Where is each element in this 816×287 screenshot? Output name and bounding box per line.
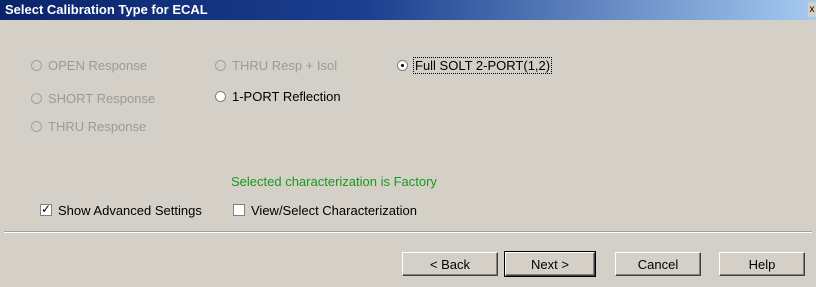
next-button[interactable]: Next > bbox=[504, 251, 596, 277]
close-button[interactable]: x bbox=[808, 2, 816, 17]
radio-circle-icon bbox=[31, 92, 42, 104]
cancel-button[interactable]: Cancel bbox=[615, 252, 701, 276]
characterization-status: Selected characterization is Factory bbox=[231, 174, 437, 189]
view-select-characterization-checkbox[interactable]: View/Select Characterization bbox=[233, 202, 417, 218]
radio-thru-resp-isol: THRU Resp + Isol bbox=[215, 57, 337, 73]
radio-label: SHORT Response bbox=[48, 90, 156, 106]
checkbox-icon bbox=[233, 204, 245, 216]
show-advanced-settings-checkbox[interactable]: Show Advanced Settings bbox=[40, 202, 202, 218]
title-bar: Select Calibration Type for ECAL x bbox=[0, 0, 816, 20]
calibration-dialog: Select Calibration Type for ECAL x OPEN … bbox=[0, 0, 816, 287]
help-button[interactable]: Help bbox=[719, 252, 805, 276]
radio-label: THRU Resp + Isol bbox=[232, 57, 338, 73]
radio-label: 1-PORT Reflection bbox=[232, 88, 341, 104]
radio-label: THRU Response bbox=[48, 118, 147, 134]
radio-short-response: SHORT Response bbox=[31, 90, 155, 106]
radio-circle-icon bbox=[215, 59, 226, 71]
radio-circle-icon bbox=[31, 59, 42, 71]
divider bbox=[4, 231, 812, 233]
radio-label: Full SOLT 2-PORT(1,2) bbox=[412, 56, 553, 74]
radio-circle-icon bbox=[397, 59, 408, 71]
window-title: Select Calibration Type for ECAL bbox=[5, 2, 208, 17]
radio-label: OPEN Response bbox=[48, 57, 147, 73]
back-button[interactable]: < Back bbox=[402, 252, 498, 276]
checkbox-label: View/Select Characterization bbox=[251, 202, 417, 218]
checkbox-icon bbox=[40, 202, 52, 216]
radio-circle-icon bbox=[215, 90, 226, 102]
radio-1-port-reflection[interactable]: 1-PORT Reflection bbox=[215, 88, 341, 104]
radio-thru-response: THRU Response bbox=[31, 118, 146, 134]
radio-full-solt-2-port[interactable]: Full SOLT 2-PORT(1,2) bbox=[397, 56, 553, 74]
checkbox-label: Show Advanced Settings bbox=[58, 202, 202, 218]
radio-open-response: OPEN Response bbox=[31, 57, 147, 73]
radio-circle-icon bbox=[31, 120, 42, 132]
